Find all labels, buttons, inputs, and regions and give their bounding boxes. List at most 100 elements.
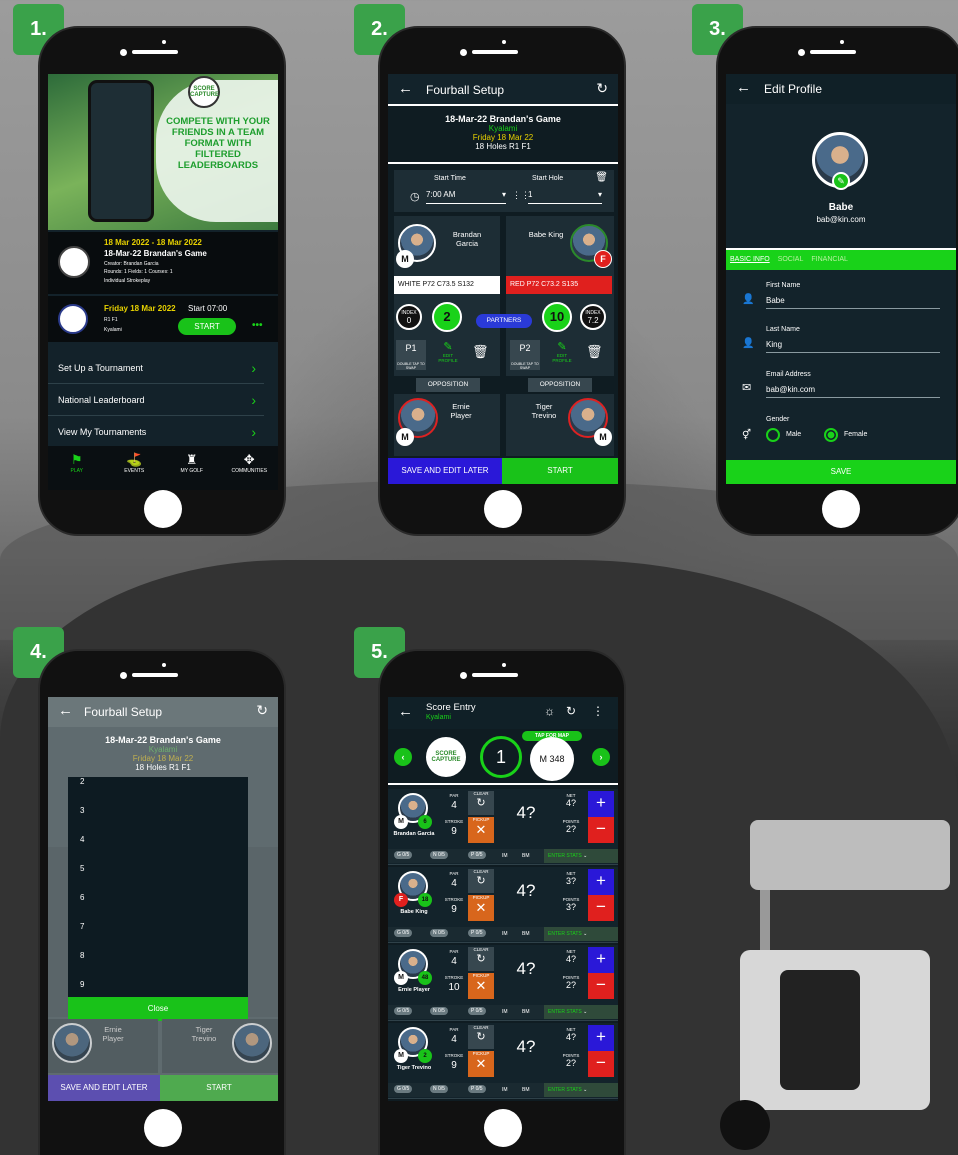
female-radio[interactable]: [824, 428, 838, 442]
tab-play[interactable]: ⚑ PLAY: [48, 446, 106, 490]
minus-button[interactable]: −: [588, 895, 614, 921]
kebab-menu-icon[interactable]: ⋮: [592, 704, 604, 718]
trash-icon[interactable]: 🗑: [472, 344, 489, 360]
player-card-2[interactable]: F Babe King RED P72 C73.2 S135 10 INDEX 7…: [506, 216, 614, 376]
clear-button[interactable]: CLEAR ↻: [468, 869, 494, 893]
brightness-icon[interactable]: ☼: [544, 704, 555, 718]
opposition-card-2[interactable]: M Tiger Trevino: [506, 394, 614, 456]
im-label[interactable]: IM: [502, 1087, 508, 1093]
menu-view-tournaments[interactable]: View My Tournaments ›: [48, 416, 264, 448]
n-stat-chip[interactable]: N 0/5: [430, 851, 448, 859]
im-label[interactable]: IM: [502, 1009, 508, 1015]
p-stat-chip[interactable]: P 0/5: [468, 1007, 486, 1015]
hole-option[interactable]: 3: [80, 806, 84, 815]
first-name-field[interactable]: 👤 First Name Babe: [742, 282, 940, 314]
hole-option[interactable]: 7: [80, 922, 84, 931]
pickup-button[interactable]: PICKUP ✕: [468, 817, 494, 843]
start-hole-select[interactable]: 1 ▾: [528, 190, 602, 204]
bm-label[interactable]: BM: [522, 1087, 530, 1093]
clear-button[interactable]: CLEAR ↻: [468, 947, 494, 971]
start-button[interactable]: START: [178, 318, 236, 335]
tab-financial[interactable]: FINANCIAL: [807, 250, 852, 270]
home-button[interactable]: [822, 490, 860, 528]
next-hole-icon[interactable]: ›: [592, 748, 610, 766]
hole-option[interactable]: 2: [80, 777, 84, 786]
edit-profile-button[interactable]: ✎ EDIT PROFILE: [434, 340, 462, 363]
bm-label[interactable]: BM: [522, 931, 530, 937]
plus-button[interactable]: +: [588, 869, 614, 895]
score-value[interactable]: 4?: [498, 1037, 554, 1057]
enter-stats-button[interactable]: ENTER STATS ⌄: [544, 1005, 618, 1019]
prev-hole-icon[interactable]: ‹: [394, 748, 412, 766]
field-value[interactable]: Babe: [766, 296, 940, 309]
pickup-button[interactable]: PICKUP ✕: [468, 1051, 494, 1077]
im-label[interactable]: IM: [502, 931, 508, 937]
round-card[interactable]: Friday 18 Mar 2022 Start 07:00 R1 F1 Kya…: [48, 296, 278, 342]
player-card-1[interactable]: M Brandan Garcia WHITE P72 C73.5 S132 IN…: [394, 216, 500, 376]
p-stat-chip[interactable]: P 0/5: [468, 1085, 486, 1093]
home-button[interactable]: [484, 1109, 522, 1147]
home-button[interactable]: [144, 490, 182, 528]
pickup-button[interactable]: PICKUP ✕: [468, 895, 494, 921]
plus-button[interactable]: +: [588, 1025, 614, 1051]
male-radio[interactable]: [766, 428, 780, 442]
hole-option[interactable]: 4: [80, 835, 84, 844]
save-edit-later-button[interactable]: SAVE AND EDIT LATER: [48, 1075, 160, 1101]
refresh-icon[interactable]: ↻: [256, 702, 268, 719]
start-button[interactable]: START: [160, 1075, 278, 1101]
start-button[interactable]: START: [502, 458, 618, 484]
pickup-button[interactable]: PICKUP ✕: [468, 973, 494, 999]
home-button[interactable]: [484, 490, 522, 528]
bm-label[interactable]: BM: [522, 1009, 530, 1015]
tab-communities[interactable]: ✥ COMMUNITIES: [221, 446, 279, 490]
n-stat-chip[interactable]: N 0/5: [430, 1007, 448, 1015]
hole-option[interactable]: 5: [80, 864, 84, 873]
bm-label[interactable]: BM: [522, 853, 530, 859]
tab-social[interactable]: SOCIAL: [774, 250, 808, 270]
enter-stats-button[interactable]: ENTER STATS ⌄: [544, 1083, 618, 1097]
field-value[interactable]: bab@kin.com: [766, 385, 940, 398]
hole-option[interactable]: 6: [80, 893, 84, 902]
field-value[interactable]: King: [766, 340, 940, 353]
save-edit-later-button[interactable]: SAVE AND EDIT LATER: [388, 458, 502, 484]
menu-national-leaderboard[interactable]: National Leaderboard ›: [48, 384, 264, 416]
edit-profile-button[interactable]: ✎ EDIT PROFILE: [548, 340, 576, 363]
enter-stats-button[interactable]: ENTER STATS ⌄: [544, 927, 618, 941]
tournament-card[interactable]: 18 Mar 2022 - 18 Mar 2022 18-Mar-22 Bran…: [48, 232, 278, 294]
score-value[interactable]: 4?: [498, 959, 554, 979]
green-stat-chip[interactable]: G 0/5: [394, 851, 413, 859]
plus-button[interactable]: +: [588, 947, 614, 973]
hole-option[interactable]: 8: [80, 951, 84, 960]
n-stat-chip[interactable]: N 0/5: [430, 1085, 448, 1093]
edit-photo-icon[interactable]: ✎: [832, 172, 850, 190]
n-stat-chip[interactable]: N 0/5: [430, 929, 448, 937]
tab-my-golf[interactable]: ♜ MY GOLF: [163, 446, 221, 490]
enter-stats-button[interactable]: ENTER STATS ⌄: [544, 849, 618, 863]
tab-events[interactable]: ⛳ EVENTS: [106, 446, 164, 490]
clear-button[interactable]: CLEAR ↻: [468, 791, 494, 815]
close-button[interactable]: Close: [68, 997, 248, 1021]
p-stat-chip[interactable]: P 0/5: [468, 929, 486, 937]
back-arrow-icon[interactable]: ←: [58, 702, 73, 719]
home-button[interactable]: [144, 1109, 182, 1147]
opposition-card-1[interactable]: M Ernie Player: [394, 394, 500, 456]
trash-icon[interactable]: 🗑: [586, 344, 603, 360]
start-time-select[interactable]: 7:00 AM ▾: [426, 190, 506, 204]
more-options-icon[interactable]: •••: [252, 320, 263, 331]
score-value[interactable]: 4?: [498, 881, 554, 901]
save-button[interactable]: SAVE: [726, 460, 956, 484]
menu-setup-tournament[interactable]: Set Up a Tournament ›: [48, 352, 264, 384]
clear-button[interactable]: CLEAR ↻: [468, 1025, 494, 1049]
back-arrow-icon[interactable]: ←: [736, 79, 751, 96]
refresh-icon[interactable]: ↻: [566, 704, 576, 718]
minus-button[interactable]: −: [588, 1051, 614, 1077]
back-arrow-icon[interactable]: ←: [398, 80, 413, 97]
green-stat-chip[interactable]: G 0/5: [394, 1007, 413, 1015]
hole-option[interactable]: 9: [80, 980, 84, 989]
green-stat-chip[interactable]: G 0/5: [394, 929, 413, 937]
plus-button[interactable]: +: [588, 791, 614, 817]
email-field[interactable]: ✉ Email Address bab@kin.com: [742, 371, 940, 403]
back-arrow-icon[interactable]: ←: [398, 703, 413, 720]
tab-basic-info[interactable]: BASIC INFO: [726, 250, 774, 270]
im-label[interactable]: IM: [502, 853, 508, 859]
